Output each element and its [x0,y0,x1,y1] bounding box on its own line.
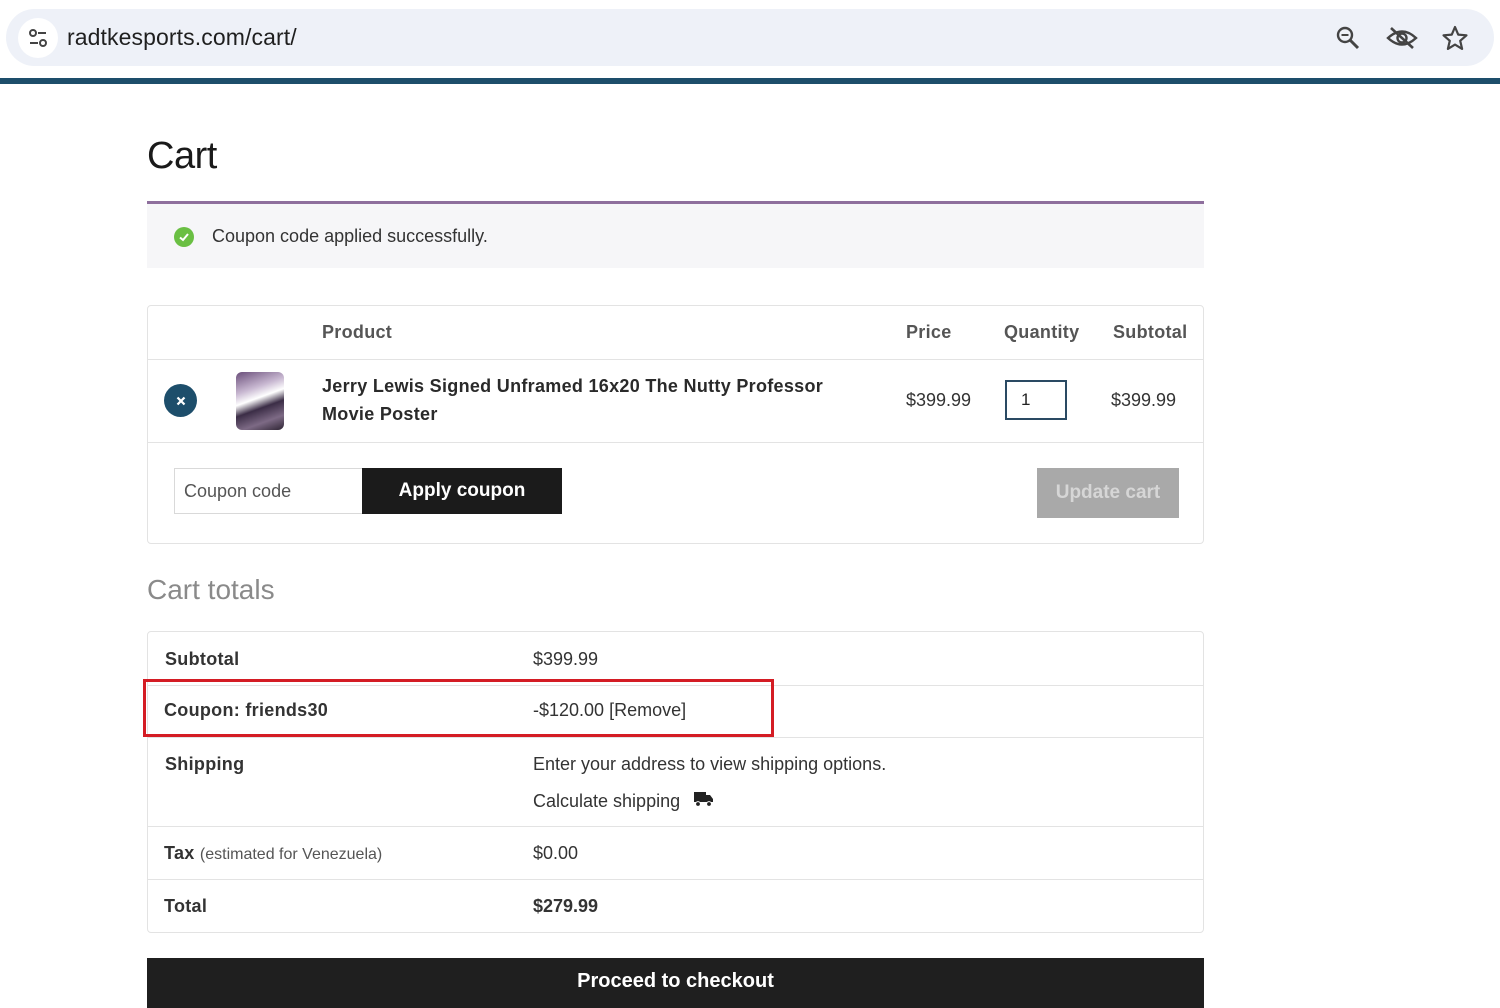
site-header-bar [0,78,1500,84]
total-value: $279.99 [533,896,599,916]
divider [148,737,1203,738]
product-thumbnail[interactable] [236,372,284,430]
divider [148,826,1203,827]
proceed-to-checkout-button[interactable]: Proceed to checkout [147,958,1204,1008]
shipping-label: Shipping [165,754,245,774]
success-notice: Coupon code applied successfully. [147,201,1204,268]
check-circle-icon [174,227,194,247]
zoom-icon[interactable] [1331,21,1365,55]
checkout-label: Proceed to checkout [577,970,774,992]
product-name-line2: Movie Poster [322,404,438,424]
subtotal-label: Subtotal [165,649,240,669]
tracking-protection-eye-icon[interactable] [1385,21,1419,55]
item-subtotal: $399.99 [1111,390,1177,410]
tax-label: Tax (estimated for Venezuela) [164,843,382,864]
close-icon [176,396,185,405]
product-name-line1: Jerry Lewis Signed Unframed 16x20 The Nu… [322,376,824,396]
header-subtotal: Subtotal [1113,322,1188,342]
apply-coupon-button[interactable]: Apply coupon [362,468,562,514]
notice-message: Coupon code applied successfully. [212,226,488,246]
subtotal-value: $399.99 [533,649,599,669]
remove-item-button[interactable] [164,384,197,417]
calculate-shipping-label: Calculate shipping [533,791,681,811]
divider [148,879,1203,880]
tax-note: (estimated for Venezuela) [199,846,383,863]
total-label: Total [164,896,208,916]
item-price: $399.99 [906,390,972,410]
header-quantity: Quantity [1004,322,1080,342]
cart-totals-title: Cart totals [147,574,275,605]
header-price: Price [906,322,952,342]
truck-icon [694,792,714,807]
tax-label-text: Tax [164,843,195,863]
header-product: Product [322,322,393,342]
divider [148,442,1203,443]
address-bar[interactable]: radtkesports.com/cart/ [6,9,1494,66]
bookmark-star-icon[interactable] [1438,21,1472,55]
calculate-shipping-link[interactable]: Calculate shipping [533,790,715,812]
url-text[interactable]: radtkesports.com/cart/ [67,24,297,51]
browser-toolbar: radtkesports.com/cart/ [0,0,1500,78]
divider [148,359,1203,360]
shipping-note: Enter your address to view shipping opti… [533,754,887,774]
coupon-highlight-box [143,679,774,737]
page-title: Cart [147,135,217,177]
product-name-link[interactable]: Jerry Lewis Signed Unframed 16x20 The Nu… [322,372,862,428]
quantity-input[interactable] [1005,380,1067,420]
update-cart-button[interactable]: Update cart [1037,468,1179,518]
coupon-code-input[interactable] [174,468,364,514]
site-info-icon[interactable] [18,18,58,58]
tax-value: $0.00 [533,843,579,863]
cart-totals-table: Subtotal $399.99 Coupon: friends30 -$120… [147,631,1204,933]
cart-table: Product Price Quantity Subtotal Jerry Le… [147,305,1204,544]
